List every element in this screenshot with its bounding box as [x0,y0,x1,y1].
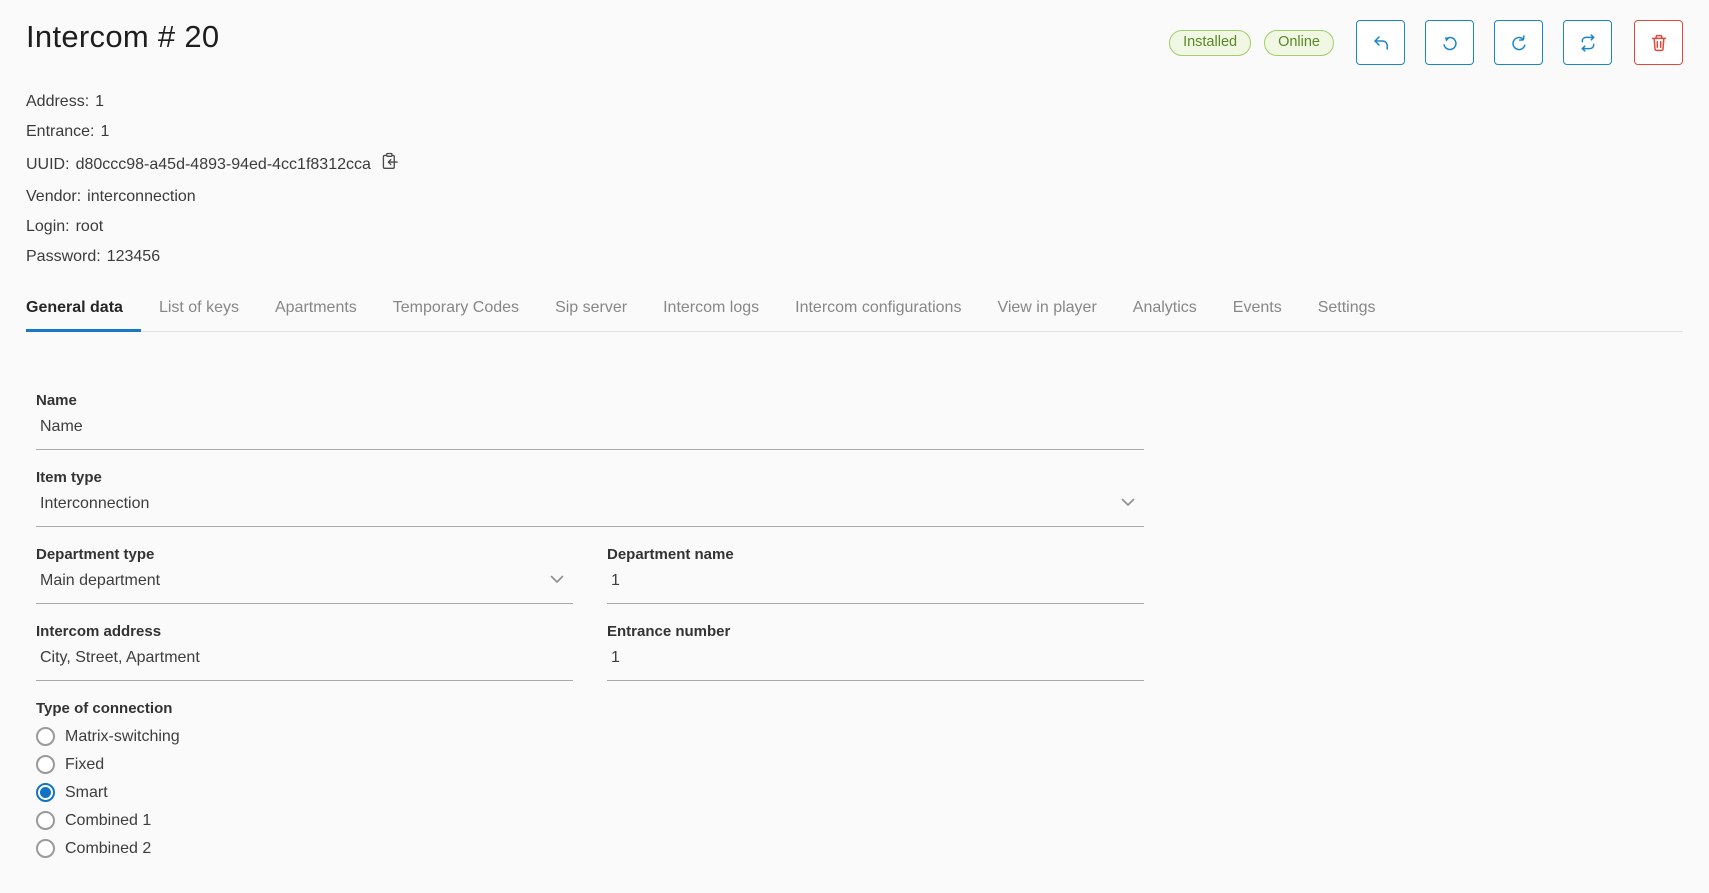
radio-option-label: Fixed [65,756,104,774]
name-input[interactable] [36,418,1144,450]
installed-badge: Installed [1169,30,1251,56]
radio-circle-icon [36,755,55,774]
radio-option-smart[interactable]: Smart [36,783,1144,802]
refresh-icon [1509,33,1529,53]
trash-icon [1649,33,1669,53]
copy-icon [380,152,399,176]
item-type-select[interactable] [36,495,1144,527]
history-button[interactable] [1425,20,1474,65]
page-title: Intercom # 20 [26,16,219,55]
info-value: 1 [100,122,109,141]
intercom-detail-page: Intercom # 20 Installed Online [0,0,1709,858]
intercom-address-field-group: Intercom address [36,623,573,681]
online-badge: Online [1264,30,1334,56]
radio-selected-icon [36,783,55,802]
intercom-address-field-label: Intercom address [36,623,573,640]
department-type-field-label: Department type [36,546,573,563]
department-name-field-group: Department name [607,546,1144,604]
info-row-uuid: UUID: d80ccc98-a45d-4893-94ed-4cc1f8312c… [26,152,1683,176]
sync-icon [1578,33,1598,53]
tab-general-data[interactable]: General data [26,289,141,331]
status-badges: Installed Online [1169,30,1334,56]
entrance-number-input[interactable] [607,649,1144,681]
radio-option-label: Smart [65,784,108,802]
name-field-label: Name [36,392,1144,409]
department-type-field-group: Department type [36,546,573,604]
info-label: Password: [26,247,101,266]
tab-events[interactable]: Events [1215,289,1300,331]
department-name-field-label: Department name [607,546,1144,563]
tab-temporary-codes[interactable]: Temporary Codes [375,289,537,331]
tab-view-in-player[interactable]: View in player [979,289,1114,331]
radio-option-combined-1[interactable]: Combined 1 [36,811,1144,830]
info-value: interconnection [87,187,196,206]
info-row-login: Login: root [26,217,1683,236]
item-type-field-label: Item type [36,469,1144,486]
copy-uuid-button[interactable] [380,152,399,176]
tab-intercom-logs[interactable]: Intercom logs [645,289,777,331]
info-row-vendor: Vendor: interconnection [26,187,1683,206]
refresh-button[interactable] [1494,20,1543,65]
tab-list-of-keys[interactable]: List of keys [141,289,257,331]
connection-type-group: Type of connection Matrix-switching Fixe… [36,700,1144,858]
department-name-input[interactable] [607,572,1144,604]
connection-type-label: Type of connection [36,700,1144,717]
info-value: 1 [95,92,104,111]
info-value: d80ccc98-a45d-4893-94ed-4cc1f8312cca [76,155,371,174]
header-controls: Installed Online [1169,20,1683,65]
tab-intercom-configurations[interactable]: Intercom configurations [777,289,979,331]
page-header: Intercom # 20 Installed Online [26,16,1683,65]
info-label: UUID: [26,155,70,174]
sync-button[interactable] [1563,20,1612,65]
radio-circle-icon [36,811,55,830]
tab-bar: General data List of keys Apartments Tem… [26,289,1683,332]
info-row-entrance: Entrance: 1 [26,122,1683,141]
device-info-list: Address: 1 Entrance: 1 UUID: d80ccc98-a4… [26,92,1683,266]
radio-option-label: Combined 2 [65,840,151,858]
info-row-password: Password: 123456 [26,247,1683,266]
info-label: Address: [26,92,89,111]
intercom-address-input[interactable] [36,649,573,681]
name-field-group: Name [36,392,1144,450]
history-icon [1440,33,1460,53]
item-type-field-group: Item type [36,469,1144,527]
radio-option-combined-2[interactable]: Combined 2 [36,839,1144,858]
info-value: 123456 [107,247,160,266]
tab-sip-server[interactable]: Sip server [537,289,645,331]
undo-button[interactable] [1356,20,1405,65]
info-label: Entrance: [26,122,94,141]
radio-circle-icon [36,727,55,746]
entrance-number-field-group: Entrance number [607,623,1144,681]
info-label: Vendor: [26,187,81,206]
undo-icon [1371,33,1391,53]
radio-circle-icon [36,839,55,858]
info-row-address: Address: 1 [26,92,1683,111]
tab-apartments[interactable]: Apartments [257,289,375,331]
general-data-form: Name Item type Department type [36,392,1144,858]
info-value: root [76,217,104,236]
info-label: Login: [26,217,70,236]
radio-option-fixed[interactable]: Fixed [36,755,1144,774]
radio-option-label: Matrix-switching [65,728,180,746]
tab-settings[interactable]: Settings [1300,289,1394,331]
radio-option-label: Combined 1 [65,812,151,830]
radio-option-matrix-switching[interactable]: Matrix-switching [36,727,1144,746]
department-type-select[interactable] [36,572,573,604]
tab-analytics[interactable]: Analytics [1115,289,1215,331]
entrance-number-field-label: Entrance number [607,623,1144,640]
delete-button[interactable] [1634,20,1683,65]
